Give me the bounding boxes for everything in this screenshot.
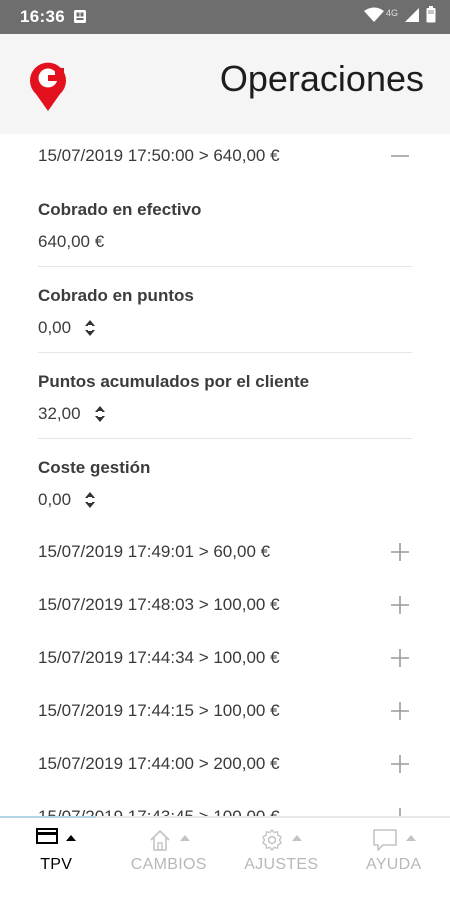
gear-icon — [260, 828, 284, 852]
nav-label: TPV — [40, 856, 73, 873]
divider — [38, 438, 412, 439]
battery-icon — [426, 6, 436, 28]
detail-value: 32,00 — [38, 404, 412, 424]
chat-icon — [372, 828, 398, 852]
expand-plus-icon[interactable] — [388, 752, 412, 776]
operation-summary: 15/07/2019 17:44:15 > 100,00 € — [38, 701, 280, 720]
nav-tab-ayuda[interactable]: AYUDA — [338, 818, 450, 900]
operation-row[interactable]: 15/07/2019 17:43:45 > 100,00 € — [38, 797, 412, 816]
operation-row[interactable]: 15/07/2019 17:44:00 > 200,00 € — [38, 744, 412, 784]
operation-summary: 15/07/2019 17:48:03 > 100,00 € — [38, 595, 280, 614]
detail-label: Cobrado en puntos — [38, 286, 194, 305]
card-icon — [36, 828, 59, 844]
detail-value: 640,00 € — [38, 232, 105, 251]
expand-plus-icon[interactable] — [388, 540, 412, 564]
detail-item: Cobrado en efectivo 640,00 € — [38, 200, 412, 252]
operation-row[interactable]: 15/07/2019 17:44:15 > 100,00 € — [38, 691, 412, 731]
nav-label: AJUSTES — [244, 856, 319, 873]
operation-row[interactable]: 15/07/2019 17:48:03 > 100,00 € — [38, 585, 412, 625]
collapse-minus-icon[interactable] — [388, 144, 412, 168]
nav-tab-ajustes[interactable]: AJUSTES — [225, 818, 338, 900]
bottom-nav: TPV CAMBIOS AJUSTES AYUDA — [0, 818, 450, 900]
operation-summary: 15/07/2019 17:44:00 > 200,00 € — [38, 754, 280, 773]
expand-plus-icon[interactable] — [388, 805, 412, 816]
wifi-icon — [363, 7, 384, 28]
nav-tab-tpv[interactable]: TPV — [0, 818, 113, 900]
caret-up-icon — [292, 835, 303, 841]
sort-arrows-icon[interactable] — [83, 319, 97, 337]
sort-arrows-icon[interactable] — [93, 405, 107, 423]
page-title: Operaciones — [219, 58, 424, 99]
operation-summary: 15/07/2019 17:50:00 > 640,00 € — [38, 146, 280, 165]
sort-arrows-icon[interactable] — [83, 491, 97, 509]
expand-plus-icon[interactable] — [388, 699, 412, 723]
nav-tab-cambios[interactable]: CAMBIOS — [113, 818, 226, 900]
divider — [38, 352, 412, 353]
network-type: 4G — [385, 8, 398, 18]
nav-label: CAMBIOS — [130, 856, 207, 873]
operation-row[interactable]: 15/07/2019 17:44:34 > 100,00 € — [38, 638, 412, 678]
signal-icon — [404, 7, 420, 28]
notification-icon — [73, 9, 87, 25]
caret-up-icon — [405, 835, 416, 841]
expand-plus-icon[interactable] — [388, 593, 412, 617]
detail-item: Coste gestión 0,00 — [38, 458, 412, 510]
operation-summary: 15/07/2019 17:43:45 > 100,00 € — [38, 807, 280, 816]
detail-label: Coste gestión — [38, 458, 151, 477]
home-icon — [148, 828, 172, 852]
operation-row[interactable]: 15/07/2019 17:49:01 > 60,00 € — [38, 532, 412, 572]
nav-label: AYUDA — [366, 856, 422, 873]
detail-item: Cobrado en puntos 0,00 — [38, 286, 412, 338]
expand-plus-icon[interactable] — [388, 646, 412, 670]
caret-up-icon — [66, 835, 77, 841]
divider — [38, 266, 412, 267]
detail-label: Cobrado en efectivo — [38, 200, 202, 219]
brand-logo-icon — [26, 56, 70, 112]
operations-list[interactable]: 15/07/2019 17:50:00 > 640,00 € Cobrado e… — [0, 134, 450, 816]
status-time: 16:36 — [20, 7, 65, 26]
detail-value: 0,00 — [38, 318, 412, 338]
app-header: Operaciones — [0, 34, 450, 134]
operation-row-expanded[interactable]: 15/07/2019 17:50:00 > 640,00 € — [38, 136, 412, 176]
caret-up-icon — [179, 835, 190, 841]
status-bar: 16:36 4G — [0, 0, 450, 34]
detail-item: Puntos acumulados por el cliente 32,00 — [38, 372, 412, 424]
operation-summary: 15/07/2019 17:49:01 > 60,00 € — [38, 542, 271, 561]
detail-label: Puntos acumulados por el cliente — [38, 372, 310, 391]
detail-value: 0,00 — [38, 490, 412, 510]
operation-summary: 15/07/2019 17:44:34 > 100,00 € — [38, 648, 280, 667]
